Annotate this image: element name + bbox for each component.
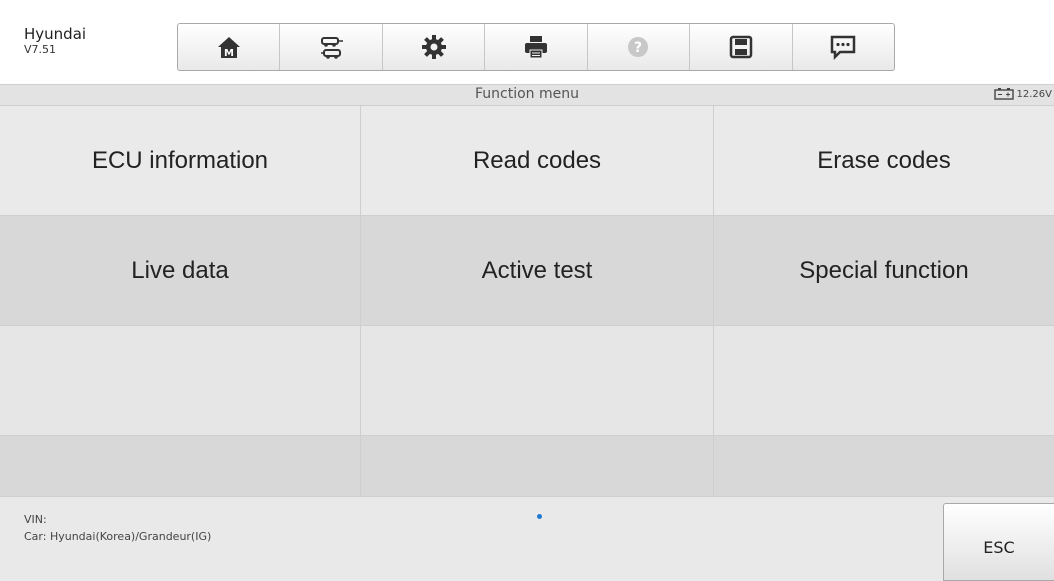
brand-block: Hyundai V7.51 — [24, 26, 86, 57]
settings-button[interactable] — [383, 24, 486, 70]
svg-text:M: M — [224, 48, 234, 59]
menu-item-live-data[interactable]: Live data — [0, 216, 361, 326]
menu-item-special-function[interactable]: Special function — [714, 216, 1054, 326]
voltage-readout: 12.26V — [1016, 88, 1052, 100]
menu-cell-empty — [0, 436, 361, 496]
menu-item-read-codes[interactable]: Read codes — [361, 106, 714, 216]
function-menu-grid: ECU information Read codes Erase codes L… — [0, 106, 1054, 496]
car-info: Car: Hyundai(Korea)/Grandeur(IG) — [24, 530, 212, 543]
help-icon: ? — [628, 37, 649, 57]
page-indicator-dot — [537, 514, 542, 519]
menu-cell-empty — [0, 326, 361, 436]
menu-item-active-test[interactable]: Active test — [361, 216, 714, 326]
page-title: Function menu — [475, 86, 579, 102]
message-icon — [830, 35, 856, 61]
menu-cell-empty — [361, 436, 714, 496]
vehicle-brand: Hyundai — [24, 25, 87, 43]
vin-label: VIN: — [24, 513, 47, 526]
print-button[interactable] — [485, 24, 588, 70]
menu-cell-empty — [714, 436, 1054, 496]
svg-text:?: ? — [634, 40, 642, 56]
esc-button[interactable]: ESC — [943, 503, 1054, 581]
message-button[interactable] — [793, 24, 894, 70]
title-bar: Function menu 12.26V — [0, 84, 1054, 106]
menu-item-erase-codes[interactable]: Erase codes — [714, 106, 1054, 216]
software-version: V7.51 — [24, 43, 57, 56]
save-icon — [729, 35, 753, 59]
vehicle-info: VIN: Car: Hyundai(Korea)/Grandeur(IG) — [24, 511, 211, 545]
home-icon: M — [217, 37, 240, 59]
footer-bar: VIN: Car: Hyundai(Korea)/Grandeur(IG) ES… — [0, 496, 1054, 581]
menu-cell-empty — [361, 326, 714, 436]
battery-status: 12.26V — [993, 88, 1052, 100]
battery-icon — [993, 88, 1014, 100]
home-button[interactable]: M — [178, 24, 281, 70]
print-icon — [524, 36, 547, 59]
menu-cell-empty — [714, 326, 1054, 436]
menu-item-ecu-information[interactable]: ECU information — [0, 106, 361, 216]
top-bar: Hyundai V7.51 M ? — [0, 0, 1054, 84]
settings-gear-icon — [421, 35, 446, 59]
save-button[interactable] — [690, 24, 793, 70]
help-button[interactable]: ? — [588, 24, 691, 70]
vehicle-swap-button[interactable] — [280, 24, 383, 70]
vehicle-swap-icon — [321, 37, 344, 59]
toolbar: M ? — [177, 23, 895, 71]
